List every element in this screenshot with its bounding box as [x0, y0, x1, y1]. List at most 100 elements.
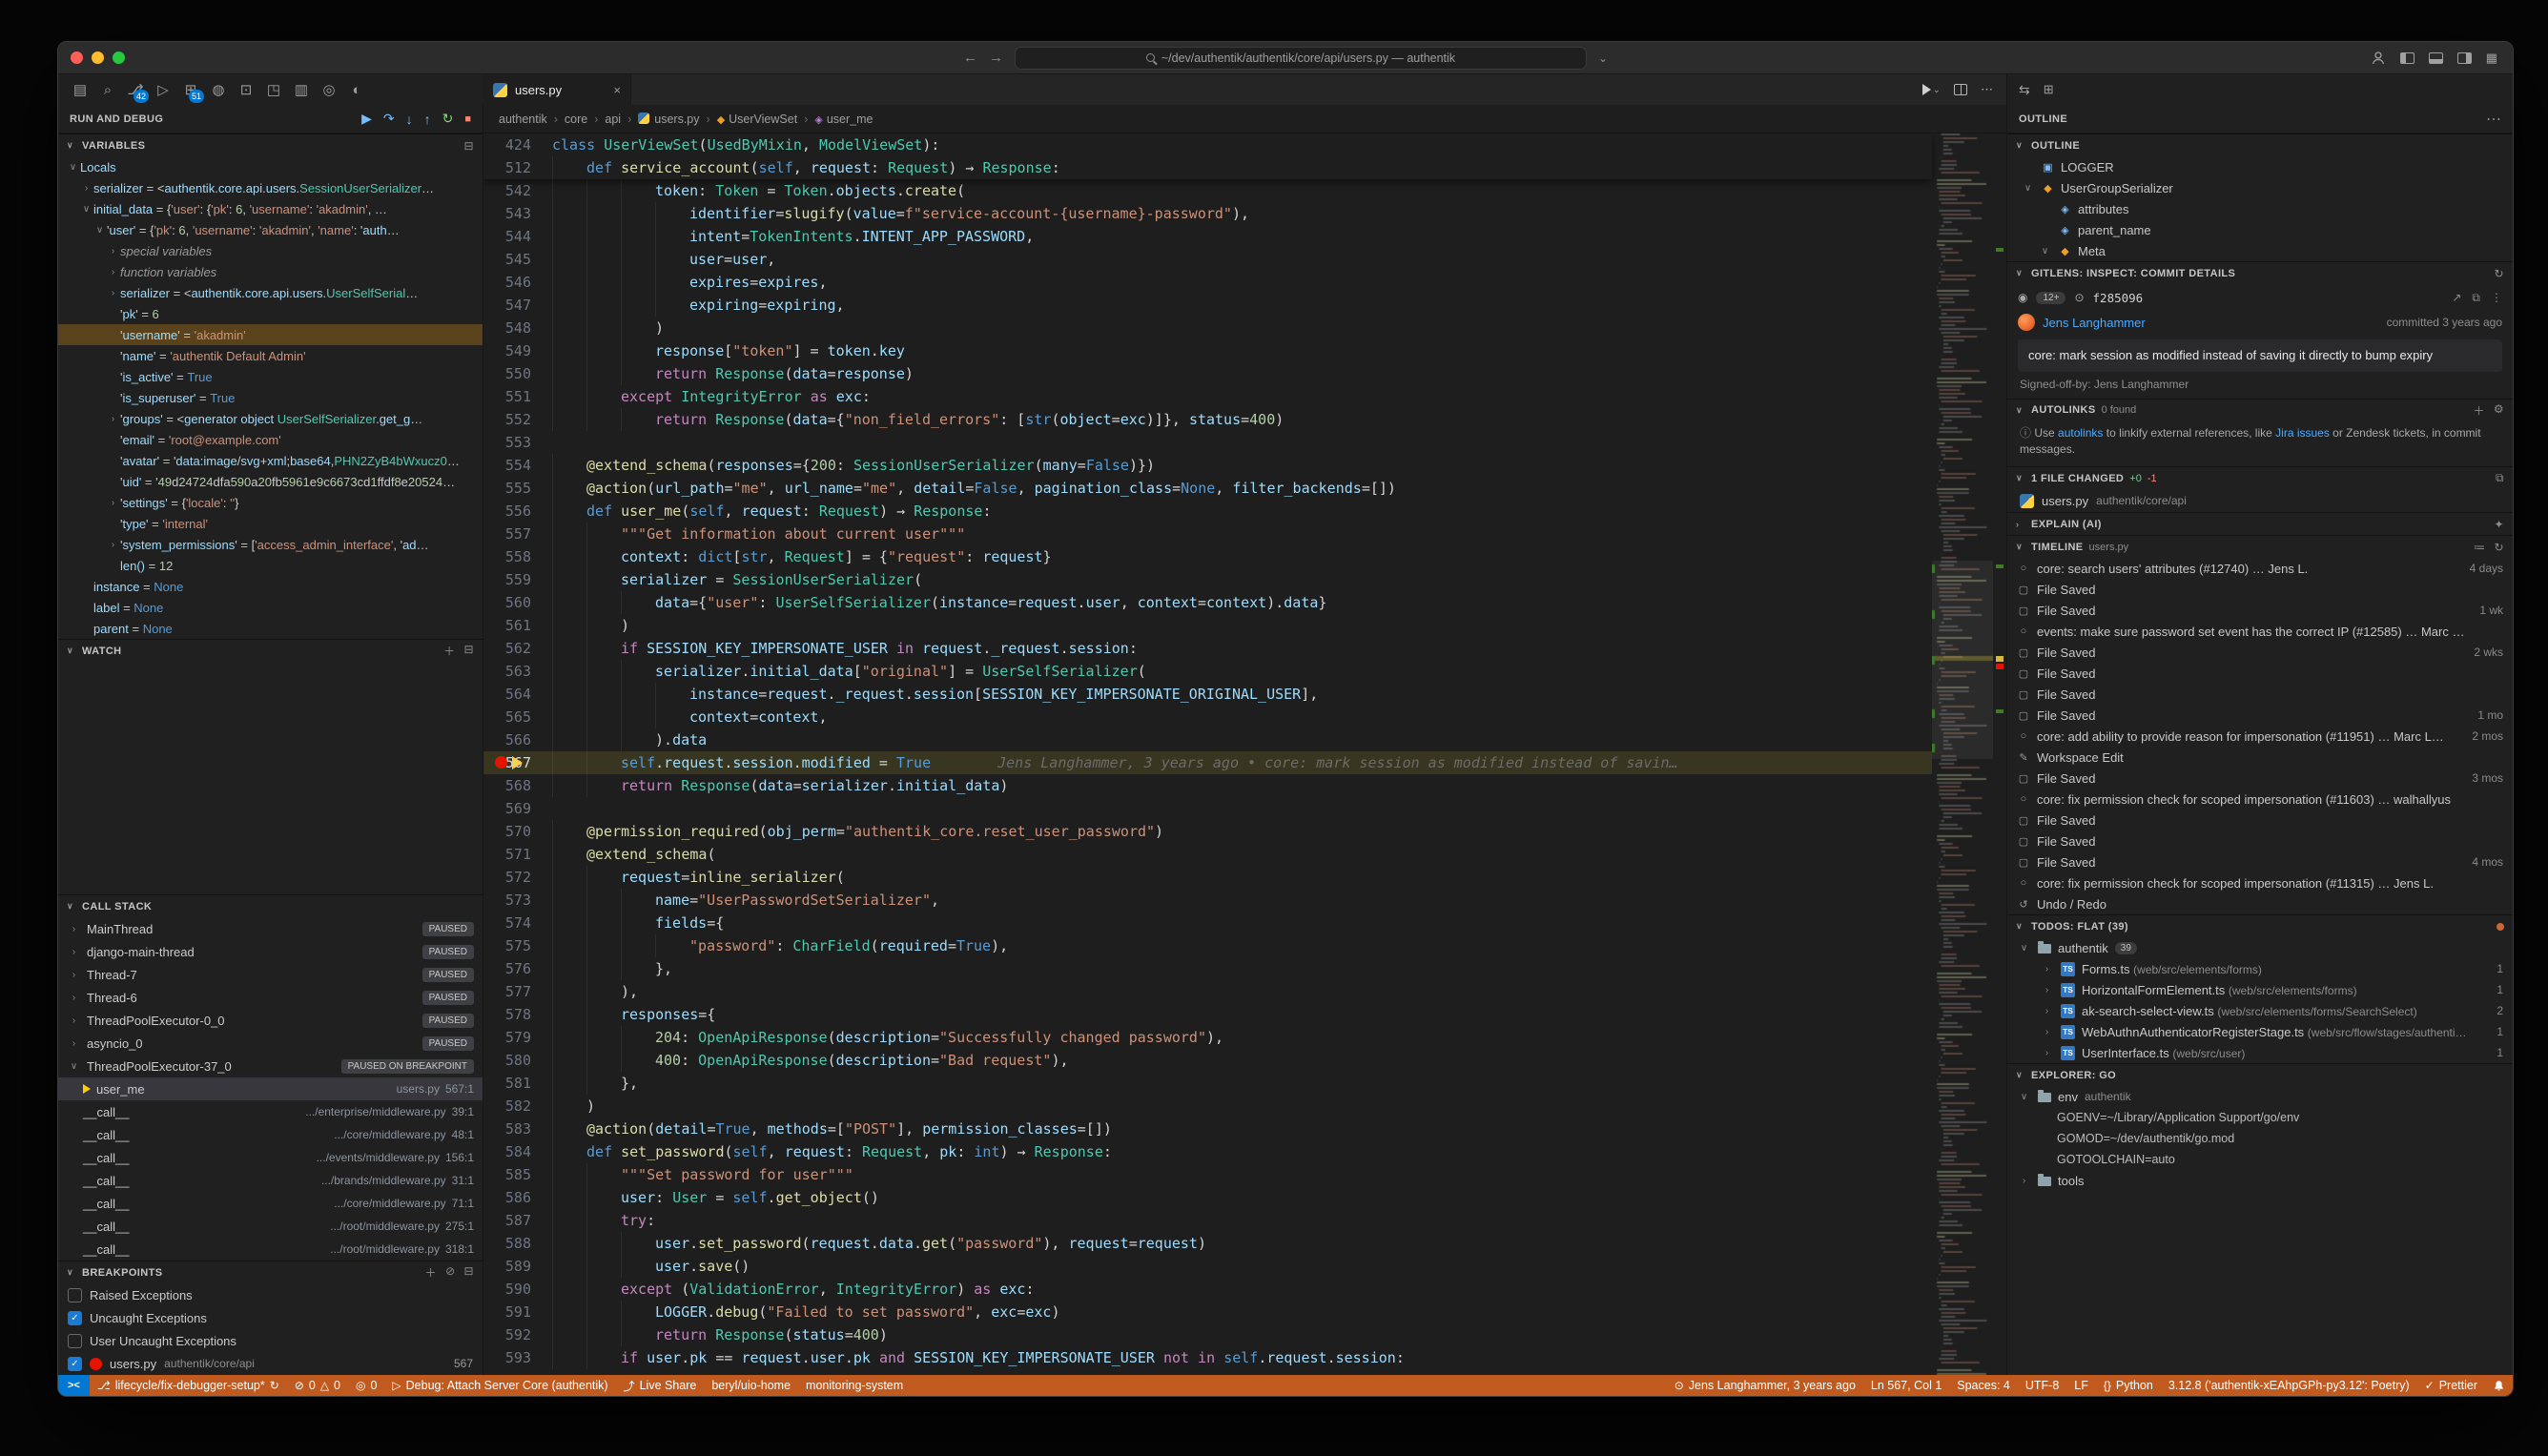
- autolinks-section-header[interactable]: ∨AUTOLINKS 0 found ＋⚙: [2007, 399, 2513, 421]
- refresh-icon[interactable]: ↻: [2495, 541, 2504, 554]
- code-line-575[interactable]: 575"password": CharField(required=True),: [483, 934, 1932, 957]
- account-icon[interactable]: [2371, 51, 2386, 66]
- thread-row[interactable]: ›django-main-threadPAUSED: [58, 940, 483, 963]
- debug-step-out-icon[interactable]: ↑: [424, 112, 431, 127]
- more-actions-icon[interactable]: ⋮: [2491, 291, 2502, 305]
- code-line-573[interactable]: 573name="UserPasswordSetSerializer",: [483, 889, 1932, 912]
- code-line-581[interactable]: 581},: [483, 1072, 1932, 1095]
- thread-row[interactable]: ›MainThreadPAUSED: [58, 917, 483, 940]
- deactivate-breakpoints-icon[interactable]: ⊘: [445, 1264, 455, 1281]
- timeline-item[interactable]: ○core: fix permission check for scoped i…: [2007, 872, 2513, 893]
- debug-restart-icon[interactable]: ↻: [442, 111, 454, 127]
- close-window-button[interactable]: [71, 51, 83, 64]
- code-line-550[interactable]: 550return Response(data=response): [483, 362, 1932, 385]
- breadcrumb-item[interactable]: core: [565, 113, 587, 126]
- timeline-item[interactable]: ✎Workspace Edit: [2007, 747, 2513, 768]
- watch-section-header[interactable]: ∨WATCH ＋⊟: [58, 639, 483, 662]
- extensions-icon[interactable]: ⊞51: [178, 77, 203, 102]
- todo-file-row[interactable]: ›TSUserInterface.ts (web/src/user)1: [2007, 1042, 2513, 1063]
- breadcrumb-item[interactable]: authentik: [499, 113, 547, 126]
- host-status[interactable]: beryl/uio-home: [704, 1375, 798, 1396]
- code-line-592[interactable]: 592return Response(status=400): [483, 1323, 1932, 1346]
- code-line-563[interactable]: 563serializer.initial_data["original"] =…: [483, 660, 1932, 683]
- breakpoint-icon[interactable]: [495, 756, 507, 769]
- live-share-icon[interactable]: ◎: [317, 77, 341, 102]
- sparkle-icon[interactable]: ✦: [2495, 518, 2504, 531]
- toggle-primary-sidebar-icon[interactable]: [2400, 52, 2414, 64]
- remote-explorer-icon[interactable]: ⊡: [234, 77, 258, 102]
- todo-file-row[interactable]: ›TSForms.ts (web/src/elements/forms)1: [2007, 958, 2513, 979]
- code-line-545[interactable]: 545user=user,: [483, 248, 1932, 271]
- outline-item[interactable]: ◈parent_name: [2007, 219, 2513, 240]
- commit-message[interactable]: core: mark session as modified instead o…: [2018, 339, 2502, 372]
- code-line-565[interactable]: 565context=context,: [483, 706, 1932, 728]
- outline-item[interactable]: ∨◆UserGroupSerializer: [2007, 177, 2513, 198]
- notifications-bell[interactable]: [2485, 1375, 2513, 1396]
- todo-file-row[interactable]: ›TSWebAuthnAuthenticatorRegisterStage.ts…: [2007, 1021, 2513, 1042]
- minimize-window-button[interactable]: [92, 51, 104, 64]
- timeline-item[interactable]: ○core: search users' attributes (#12740)…: [2007, 558, 2513, 579]
- breakpoint-row[interactable]: ✓Uncaught Exceptions: [58, 1306, 483, 1329]
- code-line-512[interactable]: 512def service_account(self, request: Re…: [483, 156, 1932, 179]
- jira-issues-link[interactable]: Jira issues: [2275, 426, 2330, 440]
- autolinks-link[interactable]: autolinks: [2058, 426, 2103, 440]
- code-line-552[interactable]: 552return Response(data={"non_field_erro…: [483, 408, 1932, 431]
- code-line-570[interactable]: 570@permission_required(obj_perm="authen…: [483, 820, 1932, 843]
- gitlens-inspect-header[interactable]: ∨GITLENS: INSPECT: COMMIT DETAILS ↻: [2007, 261, 2513, 284]
- timeline-item[interactable]: ○events: make sure password set event ha…: [2007, 621, 2513, 642]
- code-line-593[interactable]: 593if user.pk == request.user.pk and SES…: [483, 1346, 1932, 1369]
- collapse-all-icon[interactable]: ⊟: [464, 139, 474, 153]
- code-line-580[interactable]: 580400: OpenApiResponse(description="Bad…: [483, 1049, 1932, 1072]
- todo-file-row[interactable]: ›TSHorizontalFormElement.ts (web/src/ele…: [2007, 979, 2513, 1000]
- variable-row[interactable]: 'pk' = 6: [58, 303, 483, 324]
- variable-row[interactable]: 'email' = 'root@example.com': [58, 429, 483, 450]
- timeline-item[interactable]: ▢File Saved: [2007, 579, 2513, 600]
- go-env-var-row[interactable]: GOENV=~/Library/Application Support/go/e…: [2007, 1107, 2513, 1128]
- code-line-557[interactable]: 557"""Get information about current user…: [483, 523, 1932, 545]
- live-share-status[interactable]: ⤴Live Share: [616, 1375, 705, 1396]
- timeline-item[interactable]: ▢File Saved: [2007, 810, 2513, 831]
- stack-frame-row[interactable]: __call__.../core/middleware.py48:1: [58, 1123, 483, 1146]
- go-env-var-row[interactable]: GOTOOLCHAIN=auto: [2007, 1149, 2513, 1170]
- code-line-583[interactable]: 583@action(detail=True, methods=["POST"]…: [483, 1118, 1932, 1140]
- debug-step-into-icon[interactable]: ↓: [406, 112, 413, 127]
- thread-row[interactable]: ›asyncio_0PAUSED: [58, 1032, 483, 1055]
- todo-root-row[interactable]: ∨authentik39: [2007, 937, 2513, 958]
- stack-frame-row[interactable]: __call__.../enterprise/middleware.py39:1: [58, 1100, 483, 1123]
- thread-row[interactable]: ›Thread-7PAUSED: [58, 963, 483, 986]
- code-line-562[interactable]: 562if SESSION_KEY_IMPERSONATE_USER in re…: [483, 637, 1932, 660]
- code-line-574[interactable]: 574fields={: [483, 912, 1932, 934]
- breadcrumb-item[interactable]: api: [605, 113, 621, 126]
- variable-row[interactable]: ›special variables: [58, 240, 483, 261]
- variable-row[interactable]: ›serializer = <authentik.core.api.users.…: [58, 282, 483, 303]
- code-line-579[interactable]: 579204: OpenApiResponse(description="Suc…: [483, 1026, 1932, 1049]
- gitlens-icon[interactable]: ◐: [344, 77, 369, 102]
- variable-row[interactable]: ›serializer = <authentik.core.api.users.…: [58, 177, 483, 198]
- run-debug-icon[interactable]: ▷: [151, 77, 175, 102]
- stack-frame-row[interactable]: user_meusers.py567:1: [58, 1077, 483, 1100]
- variable-row[interactable]: instance = None: [58, 576, 483, 597]
- code-line-582[interactable]: 582): [483, 1095, 1932, 1118]
- outline-item[interactable]: ▣LOGGER: [2007, 156, 2513, 177]
- variable-row[interactable]: parent = None: [58, 618, 483, 639]
- code-editor[interactable]: 542token: Token = Token.objects.create(5…: [483, 133, 2006, 1375]
- add-watch-icon[interactable]: ＋: [443, 643, 455, 659]
- code-line-564[interactable]: 564instance=request._request.session[SES…: [483, 683, 1932, 706]
- search-icon[interactable]: ⌕: [95, 77, 120, 102]
- call-stack-section-header[interactable]: ∨CALL STACK: [58, 894, 483, 917]
- code-line-568[interactable]: 568return Response(data=serializer.initi…: [483, 774, 1932, 797]
- stack-frame-row[interactable]: __call__.../brands/middleware.py31:1: [58, 1169, 483, 1192]
- more-actions-icon[interactable]: ⋯: [1981, 82, 1993, 97]
- checkbox[interactable]: [68, 1334, 82, 1348]
- code-line-424[interactable]: 424class UserViewSet(UsedByMixin, ModelV…: [483, 133, 1932, 156]
- variable-row[interactable]: ›'system_permissions' = ['access_admin_i…: [58, 534, 483, 555]
- forward-icon[interactable]: →: [989, 50, 1003, 66]
- collapse-all-icon[interactable]: ⊟: [464, 1264, 474, 1281]
- docker-icon[interactable]: ◳: [261, 77, 286, 102]
- timeline-item[interactable]: ▢File Saved3 mos: [2007, 768, 2513, 789]
- variable-row[interactable]: 'is_active' = True: [58, 366, 483, 387]
- timeline-section-header[interactable]: ∨TIMELINE users.py ≔↻: [2007, 535, 2513, 558]
- command-center[interactable]: ~/dev/authentik/authentik/core/api/users…: [1015, 47, 1587, 70]
- blame-status[interactable]: ⊙Jens Langhammer, 3 years ago: [1667, 1375, 1863, 1396]
- todos-section-header[interactable]: ∨TODOS: FLAT (39): [2007, 914, 2513, 937]
